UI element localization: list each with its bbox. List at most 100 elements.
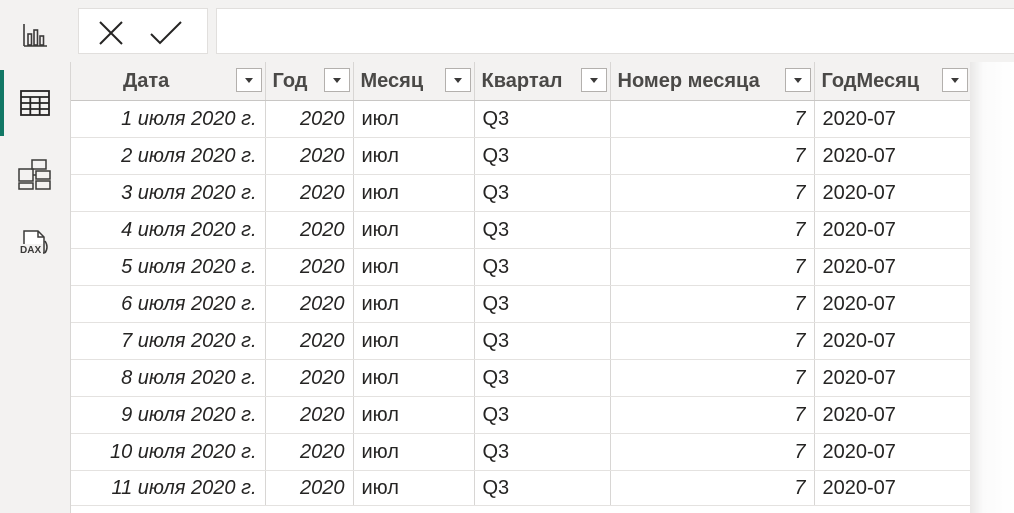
cell-date[interactable]: 11 июля 2020 г.	[71, 470, 266, 506]
check-icon	[150, 21, 182, 45]
table-row: 11 июля 2020 г. 2020 июл Q3 7 2020-07	[71, 470, 971, 506]
cell-year[interactable]: 2020	[265, 137, 354, 175]
cell-yearmonth[interactable]: 2020-07	[814, 211, 971, 249]
cell-yearmonth[interactable]: 2020-07	[814, 285, 971, 323]
cell-year[interactable]: 2020	[265, 248, 354, 286]
cell-yearmonth[interactable]: 2020-07	[814, 396, 971, 434]
cell-quarter[interactable]: Q3	[474, 137, 611, 175]
cell-yearmonth[interactable]: 2020-07	[814, 433, 971, 471]
cell-quarter[interactable]: Q3	[474, 285, 611, 323]
cell-month-number[interactable]: 7	[610, 137, 815, 175]
cell-yearmonth[interactable]: 2020-07	[814, 322, 971, 360]
cell-date[interactable]: 7 июля 2020 г.	[71, 322, 266, 360]
cell-month[interactable]: июл	[353, 100, 475, 138]
cell-date[interactable]: 6 июля 2020 г.	[71, 285, 266, 323]
filter-dropdown-button[interactable]	[580, 68, 607, 92]
column-header-month-number[interactable]: Номер месяца	[610, 62, 815, 101]
cell-year[interactable]: 2020	[265, 433, 354, 471]
cell-quarter[interactable]: Q3	[474, 174, 611, 212]
cell-month[interactable]: июл	[353, 396, 475, 434]
filter-dropdown-button[interactable]	[444, 68, 471, 92]
filter-dropdown-button[interactable]	[784, 68, 811, 92]
cell-year[interactable]: 2020	[265, 396, 354, 434]
cell-month-number[interactable]: 7	[610, 248, 815, 286]
cell-month[interactable]: июл	[353, 248, 475, 286]
cell-month[interactable]: июл	[353, 359, 475, 397]
cell-date[interactable]: 9 июля 2020 г.	[71, 396, 266, 434]
cell-month[interactable]: июл	[353, 433, 475, 471]
cell-year[interactable]: 2020	[265, 359, 354, 397]
column-header-quarter[interactable]: Квартал	[474, 62, 611, 101]
cell-month-number[interactable]: 7	[610, 174, 815, 212]
cell-year[interactable]: 2020	[265, 211, 354, 249]
table-row: 4 июля 2020 г. 2020 июл Q3 7 2020-07	[71, 211, 971, 249]
table-row: 3 июля 2020 г. 2020 июл Q3 7 2020-07	[71, 174, 971, 212]
cell-month-number[interactable]: 7	[610, 396, 815, 434]
model-view-button[interactable]	[0, 142, 70, 208]
cell-month-number[interactable]: 7	[610, 433, 815, 471]
cell-month[interactable]: июл	[353, 322, 475, 360]
formula-input[interactable]	[216, 8, 1014, 54]
view-switcher-rail: DAX	[0, 0, 70, 513]
cell-quarter[interactable]: Q3	[474, 433, 611, 471]
table-row: 10 июля 2020 г. 2020 июл Q3 7 2020-07	[71, 433, 971, 471]
cell-month-number[interactable]: 7	[610, 211, 815, 249]
cell-month-number[interactable]: 7	[610, 285, 815, 323]
column-header-yearmonth[interactable]: ГодМесяц	[814, 62, 971, 101]
cell-year[interactable]: 2020	[265, 322, 354, 360]
table-row: 1 июля 2020 г. 2020 июл Q3 7 2020-07	[71, 100, 971, 138]
cell-yearmonth[interactable]: 2020-07	[814, 174, 971, 212]
cell-year[interactable]: 2020	[265, 100, 354, 138]
cell-yearmonth[interactable]: 2020-07	[814, 248, 971, 286]
column-header-month[interactable]: Месяц	[353, 62, 475, 101]
cell-month[interactable]: июл	[353, 285, 475, 323]
grid-edge-shadow	[970, 62, 1014, 513]
filter-dropdown-button[interactable]	[323, 68, 350, 92]
filter-dropdown-button[interactable]	[235, 68, 262, 92]
cell-quarter[interactable]: Q3	[474, 248, 611, 286]
column-header-label: ГодМесяц	[821, 70, 920, 92]
cell-month[interactable]: июл	[353, 174, 475, 212]
cancel-button[interactable]	[96, 18, 126, 48]
cell-date[interactable]: 4 июля 2020 г.	[71, 211, 266, 249]
cell-date[interactable]: 10 июля 2020 г.	[71, 433, 266, 471]
data-view-button[interactable]	[0, 70, 70, 136]
cell-yearmonth[interactable]: 2020-07	[814, 470, 971, 506]
cell-yearmonth[interactable]: 2020-07	[814, 137, 971, 175]
filter-dropdown-button[interactable]	[941, 68, 968, 92]
column-header-label: Номер месяца	[617, 70, 760, 92]
table-row: 2 июля 2020 г. 2020 июл Q3 7 2020-07	[71, 137, 971, 175]
cell-quarter[interactable]: Q3	[474, 396, 611, 434]
cell-date[interactable]: 8 июля 2020 г.	[71, 359, 266, 397]
cell-date[interactable]: 3 июля 2020 г.	[71, 174, 266, 212]
cell-month-number[interactable]: 7	[610, 100, 815, 138]
cell-yearmonth[interactable]: 2020-07	[814, 100, 971, 138]
model-icon	[18, 159, 51, 190]
cell-quarter[interactable]: Q3	[474, 359, 611, 397]
cell-quarter[interactable]: Q3	[474, 100, 611, 138]
cell-month-number[interactable]: 7	[610, 322, 815, 360]
cell-month-number[interactable]: 7	[610, 470, 815, 506]
cell-month[interactable]: июл	[353, 137, 475, 175]
table-icon	[20, 90, 50, 116]
column-header-label: Год	[272, 70, 308, 92]
cell-year[interactable]: 2020	[265, 470, 354, 506]
cell-date[interactable]: 5 июля 2020 г.	[71, 248, 266, 286]
column-header-year[interactable]: Год	[265, 62, 354, 101]
table-row: 9 июля 2020 г. 2020 июл Q3 7 2020-07	[71, 396, 971, 434]
column-header-date[interactable]: Дата	[71, 62, 266, 101]
cell-quarter[interactable]: Q3	[474, 470, 611, 506]
dax-query-view-button[interactable]: DAX	[0, 210, 70, 276]
report-view-button[interactable]	[0, 2, 70, 68]
cell-month[interactable]: июл	[353, 211, 475, 249]
cell-date[interactable]: 2 июля 2020 г.	[71, 137, 266, 175]
cell-month-number[interactable]: 7	[610, 359, 815, 397]
cell-month[interactable]: июл	[353, 470, 475, 506]
cell-date[interactable]: 1 июля 2020 г.	[71, 100, 266, 138]
cell-quarter[interactable]: Q3	[474, 322, 611, 360]
cell-year[interactable]: 2020	[265, 174, 354, 212]
commit-button[interactable]	[149, 18, 182, 48]
cell-quarter[interactable]: Q3	[474, 211, 611, 249]
cell-yearmonth[interactable]: 2020-07	[814, 359, 971, 397]
cell-year[interactable]: 2020	[265, 285, 354, 323]
